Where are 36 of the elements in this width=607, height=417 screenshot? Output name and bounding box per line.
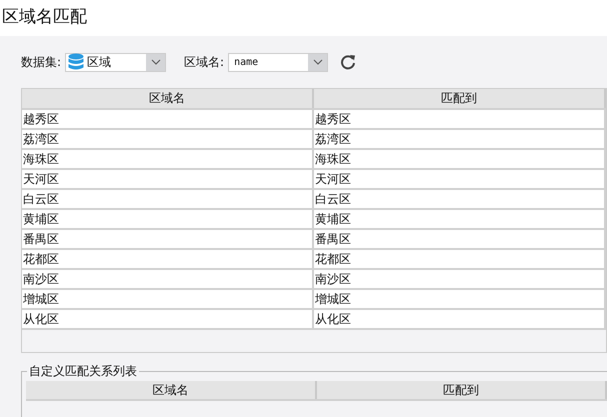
database-icon [68, 53, 84, 71]
table-cell: 增城区 [314, 290, 606, 310]
refresh-icon[interactable] [340, 54, 356, 70]
column-header[interactable]: 匹配到 [316, 381, 607, 399]
chevron-down-icon [312, 59, 323, 65]
field-dropdown[interactable]: name [228, 52, 328, 72]
dataset-label: 数据集: [21, 54, 62, 70]
table-cell: 花都区 [314, 250, 606, 270]
table-cell: 番禺区 [314, 230, 606, 250]
table-cell: 白云区 [314, 190, 606, 210]
table-cell: 从化区 [314, 310, 606, 330]
table-cell: 番禺区 [22, 230, 314, 250]
table-cell: 荔湾区 [314, 130, 606, 150]
dataset-dropdown[interactable]: 区域 [65, 52, 166, 72]
table-cell: 天河区 [314, 170, 606, 190]
column-header[interactable]: 区域名 [26, 381, 316, 399]
table-cell: 白云区 [22, 190, 314, 210]
table-cell: 南沙区 [314, 270, 606, 290]
table-cell: 荔湾区 [22, 130, 314, 150]
table-cell: 海珠区 [314, 150, 606, 170]
chevron-down-icon [150, 59, 161, 65]
table-cell: 从化区 [22, 310, 314, 330]
table-cell: 天河区 [22, 170, 314, 190]
table-cell: 黄埔区 [314, 210, 606, 230]
field-label: 区域名: [184, 54, 224, 70]
window-title: 区域名匹配 [1, 6, 88, 29]
table-cell: 越秀区 [22, 110, 314, 130]
column-header[interactable]: 区域名 [22, 89, 314, 108]
table-cell: 南沙区 [22, 270, 314, 290]
table-cell: 海珠区 [22, 150, 314, 170]
group-title: 自定义匹配关系列表 [27, 364, 139, 378]
column-header[interactable]: 匹配到 [314, 89, 606, 108]
table-cell: 黄埔区 [22, 210, 314, 230]
table-cell: 增城区 [22, 290, 314, 310]
table-cell: 越秀区 [314, 110, 606, 130]
table-cell: 花都区 [22, 250, 314, 270]
